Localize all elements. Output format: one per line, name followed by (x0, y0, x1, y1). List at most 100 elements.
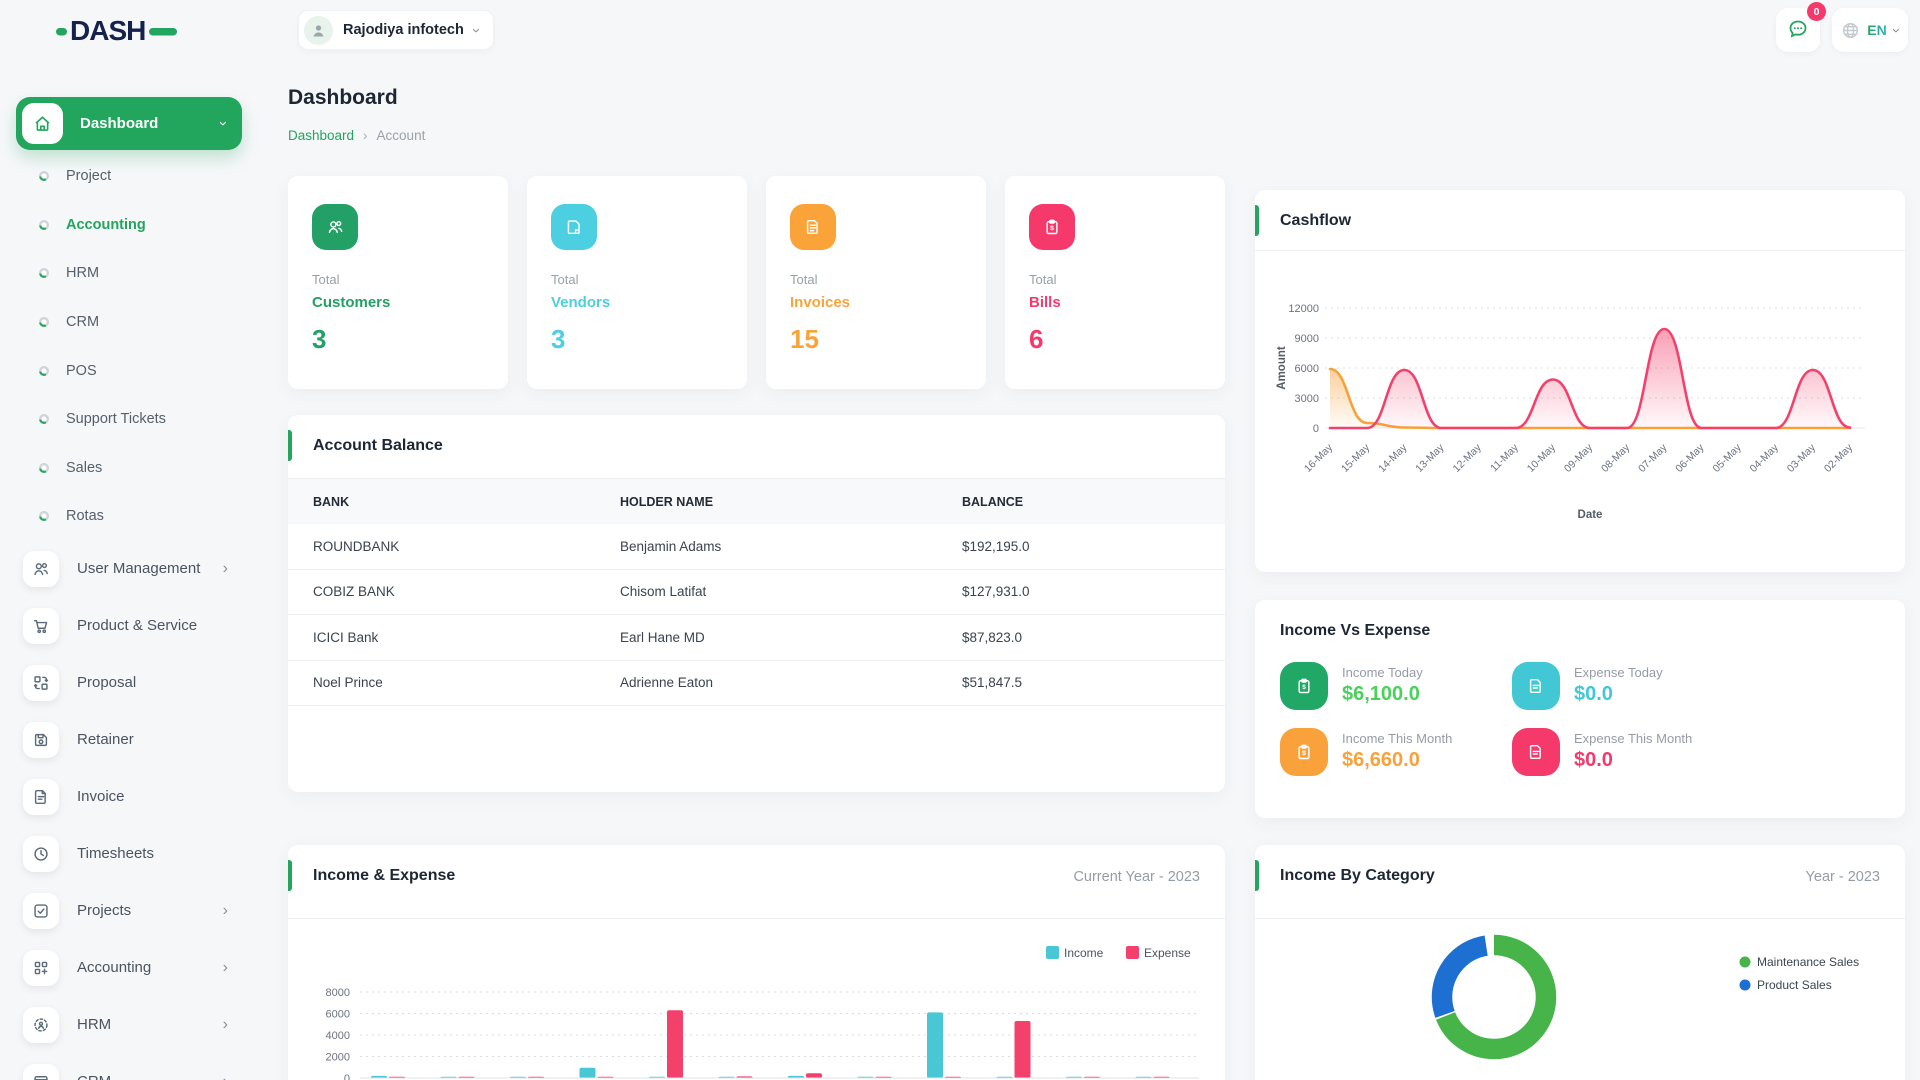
users-icon (23, 551, 59, 587)
panel-accent (288, 430, 292, 461)
bullet-icon (39, 366, 49, 376)
cell-bank: Noel Prince (313, 675, 620, 690)
card-label: Bills (1029, 294, 1201, 311)
sidebar-subitem-support-tickets[interactable]: Support Tickets (0, 395, 256, 444)
notification-badge: 0 (1807, 2, 1826, 21)
chevron-right-icon: › (223, 561, 228, 577)
window-arrow-icon (23, 1064, 59, 1080)
svg-text:09-May: 09-May (1562, 441, 1596, 475)
card-prefix: Total (790, 272, 962, 287)
brand-logo: DASH (56, 12, 178, 53)
sidebar-item-label: CRM (77, 1073, 111, 1080)
sidebar-item-dashboard[interactable]: Dashboard › (16, 97, 242, 150)
cell-holder: Earl Hane MD (620, 630, 962, 645)
sidebar-subitem-sales[interactable]: Sales (0, 444, 256, 493)
svg-text:DASH: DASH (70, 15, 145, 46)
income-by-category-panel: Income By Category Year - 2023 Maintenan… (1255, 845, 1905, 1080)
language-selector[interactable]: EN › (1832, 8, 1908, 52)
svg-text:08-May: 08-May (1599, 441, 1633, 475)
sidebar-subitem-crm[interactable]: CRM (0, 298, 256, 347)
sidebar-item-label: Dashboard (80, 115, 158, 132)
svg-text:10-May: 10-May (1525, 441, 1559, 475)
sidebar-item-hrm[interactable]: HRM › (0, 996, 256, 1053)
cell-balance: $127,931.0 (962, 584, 1225, 599)
sidebar-item-projects[interactable]: Projects › (0, 882, 256, 939)
sidebar-subitem-label: HRM (66, 265, 99, 281)
panel-title: Account Balance (313, 437, 443, 455)
bullet-icon (39, 317, 49, 327)
chevron-down-icon: › (469, 28, 484, 33)
summary-card-customers: Total Customers 3 (288, 176, 508, 389)
sidebar-item-label: Timesheets (77, 845, 154, 862)
sidebar-item-label: Product & Service (77, 617, 197, 634)
sidebar-subitem-label: Project (66, 168, 111, 184)
sidebar-subitem-accounting[interactable]: Accounting (0, 201, 256, 250)
bullet-icon (39, 414, 49, 424)
panel-subtitle: Current Year - 2023 (1073, 869, 1200, 885)
svg-text:14-May: 14-May (1376, 441, 1410, 475)
workspace-selector[interactable]: Rajodiya infotech › (298, 10, 494, 50)
bullet-icon (39, 220, 49, 230)
app-root: DASH Rajodiya infotech › 0 (0, 0, 1920, 1080)
proposal-icon (23, 665, 59, 701)
breadcrumb-current: Account (377, 128, 426, 143)
metric-value: $6,660.0 (1342, 749, 1452, 772)
cell-bank: ROUNDBANK (313, 539, 620, 554)
sidebar-item-label: Proposal (77, 674, 136, 691)
sidebar-item-user-management[interactable]: User Management › (0, 540, 256, 597)
sidebar-item-accounting[interactable]: Accounting › (0, 939, 256, 996)
language-code: EN (1867, 22, 1886, 38)
income-expense-panel: Income & Expense Current Year - 2023 800… (288, 845, 1225, 1080)
sidebar-item-retainer[interactable]: Retainer (0, 711, 256, 768)
metric-label: Income This Month (1342, 728, 1452, 746)
sidebar-subitem-project[interactable]: Project (0, 152, 256, 201)
chevron-right-icon: › (223, 960, 228, 976)
svg-text:0: 0 (1313, 423, 1319, 435)
column-header: BANK (313, 495, 620, 509)
column-header: BALANCE (962, 495, 1225, 509)
invoice-icon (23, 779, 59, 815)
svg-text:Date: Date (1578, 509, 1603, 521)
grid-plus-icon (23, 950, 59, 986)
workspace-name: Rajodiya infotech (343, 22, 464, 38)
svg-text:04-May: 04-May (1748, 441, 1782, 475)
breadcrumb-separator: › (363, 128, 368, 143)
svg-text:4000: 4000 (326, 1030, 350, 1042)
globe-icon (1841, 21, 1860, 40)
sidebar-item-label: User Management (77, 560, 200, 577)
sidebar-item-label: Accounting (77, 959, 151, 976)
sidebar-subitem-label: Accounting (66, 217, 146, 233)
breadcrumb-root[interactable]: Dashboard (288, 128, 354, 143)
card-label: Vendors (551, 294, 723, 311)
sidebar-item-label: HRM (77, 1016, 111, 1033)
card-value: 3 (312, 324, 484, 355)
svg-text:Product Sales: Product Sales (1757, 978, 1832, 992)
svg-text:03-May: 03-May (1785, 441, 1819, 475)
messages-button[interactable]: 0 (1776, 8, 1820, 52)
sidebar-subitem-rotas[interactable]: Rotas (0, 492, 256, 541)
sidebar-item-crm[interactable]: CRM › (0, 1053, 256, 1080)
svg-text:Income: Income (1064, 946, 1104, 960)
sidebar-subitem-label: Sales (66, 460, 102, 476)
chevron-down-icon: › (216, 121, 231, 126)
svg-text:12000: 12000 (1288, 303, 1319, 315)
svg-text:13-May: 13-May (1413, 441, 1447, 475)
bullet-icon (39, 171, 49, 181)
svg-text:Maintenance Sales: Maintenance Sales (1757, 955, 1859, 969)
metric-label: Expense This Month (1574, 728, 1692, 746)
metric-label: Income Today (1342, 662, 1423, 680)
bullet-icon (39, 463, 49, 473)
sidebar-item-product-service[interactable]: Product & Service (0, 597, 256, 654)
panel-title: Income & Expense (313, 867, 455, 885)
sidebar-subitem-hrm[interactable]: HRM (0, 249, 256, 298)
sidebar-item-invoice[interactable]: Invoice (0, 768, 256, 825)
table-row: ICICI Bank Earl Hane MD $87,823.0 (288, 615, 1225, 661)
sidebar-item-proposal[interactable]: Proposal (0, 654, 256, 711)
cell-bank: ICICI Bank (313, 630, 620, 645)
table-row: ROUNDBANK Benjamin Adams $192,195.0 (288, 524, 1225, 570)
metric-label: Expense Today (1574, 662, 1663, 680)
panel-accent (1255, 860, 1259, 891)
sidebar-subitem-pos[interactable]: POS (0, 346, 256, 395)
svg-text:02-May: 02-May (1822, 441, 1856, 475)
sidebar-item-timesheets[interactable]: Timesheets (0, 825, 256, 882)
